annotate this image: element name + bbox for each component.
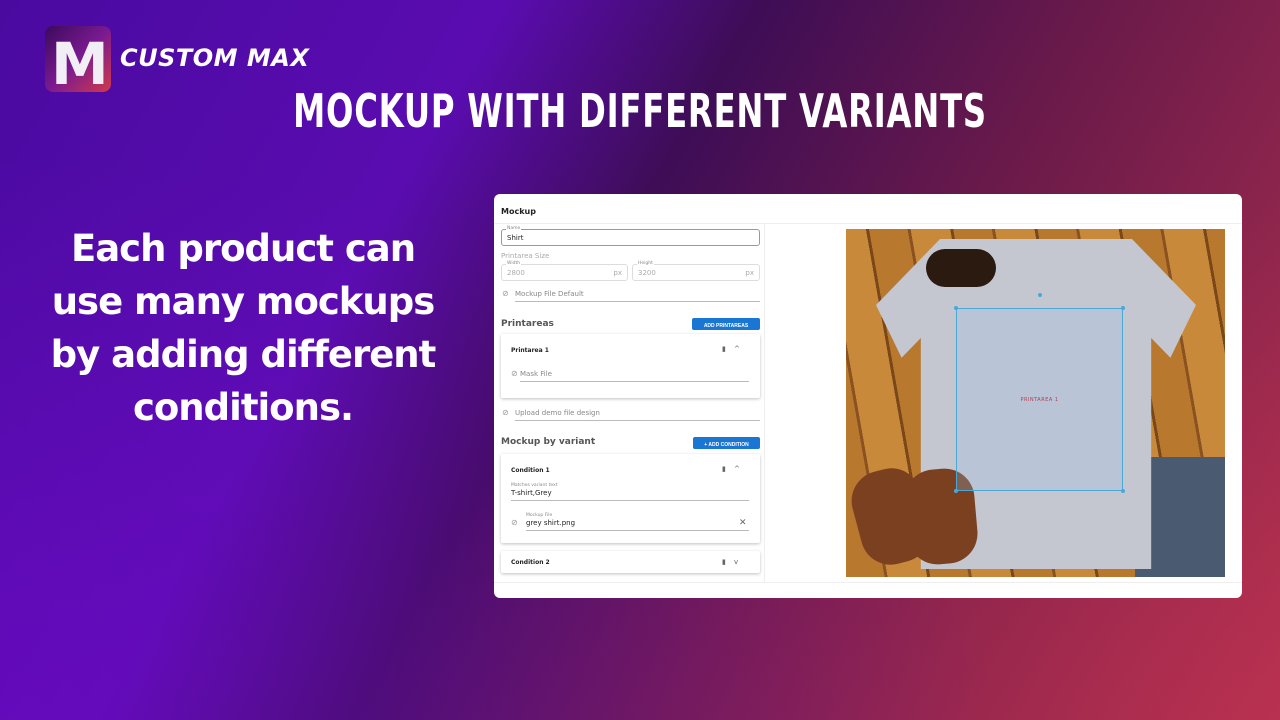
chevron-up-icon[interactable]: ^ (734, 345, 740, 353)
headline: MOCKUP WITH DIFFERENT VARIANTS (293, 84, 987, 138)
condition-card: Condition 1 ▮ ^ Matches variant text T-s… (501, 454, 760, 543)
upload-demo-input[interactable]: Upload demo file design (515, 409, 760, 421)
trash-icon[interactable]: ▮ (722, 345, 726, 353)
add-printareas-button[interactable]: ADD PRINTAREAS (692, 318, 760, 330)
mockup-file-default-input[interactable]: Mockup File Default (515, 290, 760, 302)
condition-title: Condition 2 (511, 559, 550, 566)
brand-name: CUSTOM MAX (120, 44, 310, 72)
chevron-down-icon[interactable]: v (734, 558, 738, 566)
add-condition-button[interactable]: + ADD CONDITION (693, 437, 760, 449)
paperclip-icon: ⊘ (502, 408, 509, 417)
width-field: Width 2800 px (501, 261, 628, 281)
mockup-file-label: Mockup File (526, 513, 553, 518)
paperclip-icon: ⊘ (502, 289, 509, 298)
description: Each product can use many mockups by add… (50, 227, 437, 429)
paperclip-icon: ⊘ (511, 518, 518, 527)
printarea-label: PRINTAREA 1 (1020, 397, 1059, 403)
sunglasses (926, 249, 996, 287)
printarea-title: Printarea 1 (511, 347, 549, 354)
trash-icon[interactable]: ▮ (722, 558, 726, 566)
logo: M (45, 26, 111, 98)
mockup-panel: Mockup Name Shirt Printarea Size Width 280… (494, 194, 1242, 598)
height-field: Height 3200 px (632, 261, 760, 281)
printarea-size-label: Printarea Size (501, 252, 550, 260)
printareas-title: Printareas (501, 319, 554, 329)
paperclip-icon: ⊘ (511, 369, 518, 378)
condition-card[interactable]: Condition 2 ▮ v (501, 551, 760, 573)
match-variant-input[interactable]: T-shirt,Grey (511, 489, 749, 501)
panel-title: Mockup (494, 194, 1242, 224)
match-label: Matches variant text (511, 483, 558, 488)
name-field[interactable]: Name Shirt (501, 226, 760, 246)
rotate-handle (1038, 293, 1042, 297)
mockup-by-variant-title: Mockup by variant (501, 437, 596, 447)
trash-icon[interactable]: ▮ (722, 465, 726, 473)
condition-title: Condition 1 (511, 467, 550, 474)
clear-icon[interactable]: ✕ (739, 518, 747, 528)
chevron-up-icon[interactable]: ^ (734, 465, 740, 473)
mask-file-input[interactable]: Mask File (520, 370, 749, 382)
printarea-box[interactable]: PRINTAREA 1 (954, 293, 1125, 493)
mockup-preview-image: PRINTAREA 1 (846, 229, 1225, 577)
printarea-card: Printarea 1 ▮ ^ ⊘ Mask File (501, 334, 760, 398)
mockup-file-input[interactable]: grey shirt.png (526, 519, 749, 531)
